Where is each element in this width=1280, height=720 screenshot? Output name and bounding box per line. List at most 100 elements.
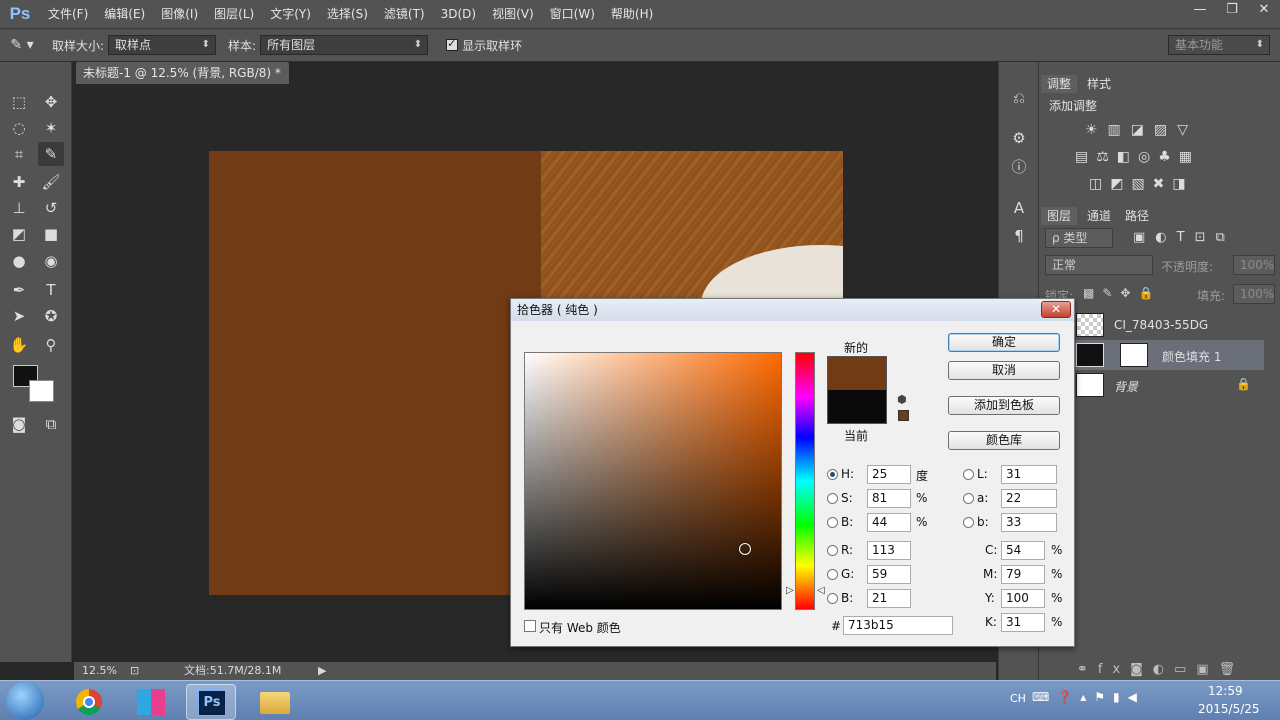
adjustment-icons-row2[interactable]: ▤⚖◧◎♣▦ bbox=[1075, 149, 1200, 165]
blend-mode-select[interactable]: 正常 bbox=[1045, 255, 1153, 275]
brush-tool-icon[interactable]: 🖌 bbox=[38, 170, 64, 194]
web-safe-swatch[interactable] bbox=[898, 410, 909, 421]
magic-wand-icon[interactable]: ✶ bbox=[38, 116, 64, 140]
g-input[interactable]: 59 bbox=[867, 565, 911, 584]
s-radio[interactable] bbox=[827, 493, 838, 504]
blue-radio[interactable] bbox=[827, 593, 838, 604]
hue-right-arrow-icon[interactable]: ◁ bbox=[817, 585, 825, 596]
photoshop-app-icon[interactable]: Ps bbox=[186, 684, 236, 720]
menu-edit[interactable]: 编辑(E) bbox=[96, 0, 153, 28]
layers-footer-icons[interactable]: ⚭fx◙◐▭▣🗑 bbox=[1077, 662, 1245, 677]
s-input[interactable]: 81 bbox=[867, 489, 911, 508]
blue-input[interactable]: 21 bbox=[867, 589, 911, 608]
hex-input[interactable]: 713b15 bbox=[843, 616, 953, 635]
background-color-swatch[interactable] bbox=[29, 380, 54, 402]
layer-filter-icons[interactable]: ▣◐T⊡⧉ bbox=[1133, 230, 1235, 245]
clock-date[interactable]: 2015/5/25 bbox=[1198, 702, 1260, 716]
lock-icons[interactable]: ▩✎✥🔒 bbox=[1083, 286, 1161, 300]
c-input[interactable]: 54 bbox=[1001, 541, 1045, 560]
opacity-input[interactable]: 100% bbox=[1233, 255, 1275, 275]
menu-help[interactable]: 帮助(H) bbox=[603, 0, 661, 28]
menu-layer[interactable]: 图层(L) bbox=[206, 0, 262, 28]
shape-tool-icon[interactable]: ✪ bbox=[38, 304, 64, 328]
start-button-icon[interactable] bbox=[6, 682, 44, 720]
h-radio[interactable] bbox=[827, 469, 838, 480]
y-input[interactable]: 100 bbox=[1001, 589, 1045, 608]
b-radio[interactable] bbox=[827, 517, 838, 528]
adjustment-icons-row1[interactable]: ☀▥◪▨▽ bbox=[1085, 122, 1198, 138]
type-tool-icon[interactable]: T bbox=[38, 278, 64, 302]
lab-b-input[interactable]: 33 bbox=[1001, 513, 1057, 532]
status-menu-icon[interactable]: ⊡ bbox=[130, 662, 139, 680]
quick-mask-icon[interactable]: ◙ bbox=[6, 412, 32, 436]
dodge-tool-icon[interactable]: ◉ bbox=[38, 249, 64, 273]
info-panel-icon[interactable]: ⓘ bbox=[1006, 155, 1032, 179]
healing-brush-icon[interactable]: ✚ bbox=[6, 170, 32, 194]
picker-ring[interactable] bbox=[739, 543, 751, 555]
gradient-tool-icon[interactable]: ■ bbox=[38, 222, 64, 246]
tab-paths[interactable]: 路径 bbox=[1119, 207, 1155, 225]
tab-adjustments[interactable]: 调整 bbox=[1041, 75, 1078, 93]
h-input[interactable]: 25 bbox=[867, 465, 911, 484]
pen-tool-icon[interactable]: ✒ bbox=[6, 278, 32, 302]
sample-select[interactable]: 所有图层 bbox=[260, 35, 429, 55]
marquee-tool-icon[interactable]: ⬚ bbox=[6, 90, 32, 114]
menu-view[interactable]: 视图(V) bbox=[484, 0, 542, 28]
g-radio[interactable] bbox=[827, 569, 838, 580]
hue-left-arrow-icon[interactable]: ▷ bbox=[786, 585, 794, 596]
r-input[interactable]: 113 bbox=[867, 541, 911, 560]
eraser-tool-icon[interactable]: ◩ bbox=[6, 222, 32, 246]
fill-input[interactable]: 100% bbox=[1233, 284, 1275, 304]
menu-3d[interactable]: 3D(D) bbox=[433, 0, 484, 28]
metro-app-icon[interactable] bbox=[126, 684, 176, 720]
show-ring-checkbox[interactable] bbox=[446, 37, 459, 51]
menu-image[interactable]: 图像(I) bbox=[153, 0, 206, 28]
r-radio[interactable] bbox=[827, 545, 838, 556]
status-arrow-icon[interactable]: ▶ bbox=[318, 662, 326, 680]
m-input[interactable]: 79 bbox=[1001, 565, 1045, 584]
menu-select[interactable]: 选择(S) bbox=[319, 0, 376, 28]
color-libraries-button[interactable]: 颜色库 bbox=[948, 431, 1060, 450]
minimize-icon[interactable]: — bbox=[1184, 0, 1216, 20]
b-input[interactable]: 44 bbox=[867, 513, 911, 532]
color-field[interactable] bbox=[524, 352, 782, 610]
input-language[interactable]: CH bbox=[1010, 692, 1026, 705]
screen-mode-icon[interactable]: ⧉ bbox=[38, 412, 64, 436]
hand-tool-icon[interactable]: ✋ bbox=[6, 333, 32, 357]
tab-channels[interactable]: 通道 bbox=[1081, 207, 1117, 225]
web-colors-checkbox[interactable] bbox=[524, 620, 536, 632]
l-input[interactable]: 31 bbox=[1001, 465, 1057, 484]
restore-icon[interactable]: ❐ bbox=[1216, 0, 1248, 20]
l-radio[interactable] bbox=[963, 469, 974, 480]
tray-icons[interactable]: ⌨❓▴⚑▮◀ bbox=[1032, 690, 1145, 704]
tab-styles[interactable]: 样式 bbox=[1081, 75, 1117, 93]
move-tool-icon[interactable]: ✥ bbox=[38, 90, 64, 114]
path-select-icon[interactable]: ➤ bbox=[6, 304, 32, 328]
current-color-swatch[interactable] bbox=[827, 390, 887, 424]
menu-type[interactable]: 文字(Y) bbox=[262, 0, 319, 28]
dialog-close-button[interactable]: ✕ bbox=[1041, 301, 1071, 318]
tab-layers[interactable]: 图层 bbox=[1041, 207, 1078, 225]
lasso-tool-icon[interactable]: ◌ bbox=[6, 116, 32, 140]
close-icon[interactable]: ✕ bbox=[1248, 0, 1280, 20]
k-input[interactable]: 31 bbox=[1001, 613, 1045, 632]
menu-filter[interactable]: 滤镜(T) bbox=[376, 0, 433, 28]
lab-b-radio[interactable] bbox=[963, 517, 974, 528]
zoom-level[interactable]: 12.5% bbox=[82, 662, 117, 680]
crop-tool-icon[interactable]: ⌗ bbox=[6, 142, 32, 166]
explorer-app-icon[interactable] bbox=[250, 684, 300, 720]
eyedropper-tool-icon[interactable]: ✎ bbox=[38, 142, 64, 166]
stamp-tool-icon[interactable]: ⊥ bbox=[6, 196, 32, 220]
cube-icon[interactable]: ⬢ bbox=[897, 393, 907, 406]
menu-file[interactable]: 文件(F) bbox=[40, 0, 96, 28]
clock-time[interactable]: 12:59 bbox=[1208, 684, 1243, 698]
hue-slider[interactable] bbox=[795, 352, 815, 610]
add-to-swatches-button[interactable]: 添加到色板 bbox=[948, 396, 1060, 415]
properties-panel-icon[interactable]: ⚙ bbox=[1006, 126, 1032, 150]
zoom-tool-icon[interactable]: ⚲ bbox=[38, 333, 64, 357]
menu-window[interactable]: 窗口(W) bbox=[542, 0, 603, 28]
a-radio[interactable] bbox=[963, 493, 974, 504]
a-input[interactable]: 22 bbox=[1001, 489, 1057, 508]
history-brush-icon[interactable]: ↺ bbox=[38, 196, 64, 220]
document-tab[interactable]: 未标题-1 @ 12.5% (背景, RGB/8) * × bbox=[76, 62, 289, 102]
